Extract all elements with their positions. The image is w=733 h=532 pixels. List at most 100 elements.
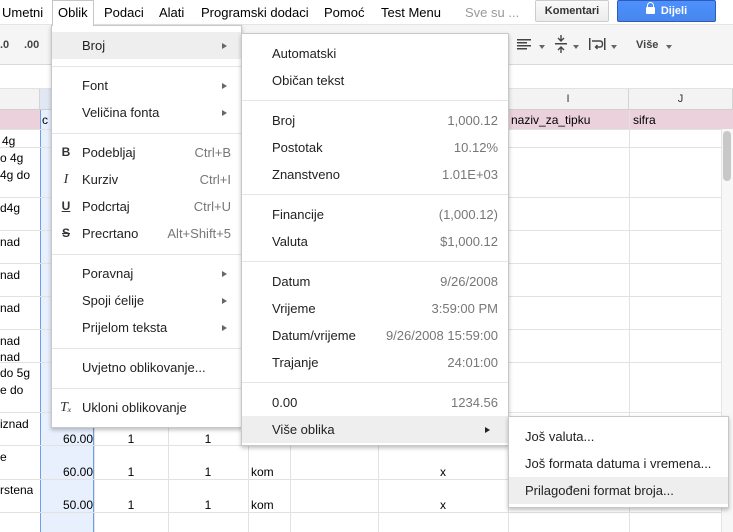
- cell[interactable]: do 5g: [0, 366, 30, 380]
- decrease-decimal-button[interactable]: .0: [0, 39, 9, 51]
- cell[interactable]: x: [378, 498, 508, 512]
- underline-icon: U: [61, 199, 71, 213]
- menu-item-more-currencies[interactable]: Još valuta...: [509, 423, 728, 450]
- cell[interactable]: e do: [0, 383, 23, 397]
- menu-item-datetime[interactable]: Datum/vrijeme 9/26/2008 15:59:00: [242, 322, 508, 349]
- strikethrough-icon: S: [61, 226, 70, 240]
- cell[interactable]: 1: [94, 465, 168, 479]
- menu-pomoc[interactable]: Pomoć: [324, 0, 364, 25]
- cell[interactable]: d4g: [0, 201, 20, 215]
- cell[interactable]: 60.00: [40, 465, 94, 479]
- cell[interactable]: nad: [0, 334, 20, 348]
- header-cell[interactable]: c: [42, 113, 48, 127]
- italic-icon: I: [63, 172, 69, 187]
- chevron-down-icon[interactable]: [573, 45, 579, 49]
- cell[interactable]: kom: [251, 465, 274, 479]
- bold-icon: B: [61, 145, 71, 159]
- cell[interactable]: iznad: [0, 417, 29, 431]
- menu-item-plain-text[interactable]: Običan tekst: [242, 67, 508, 94]
- chevron-down-icon[interactable]: [539, 45, 545, 49]
- menu-item-currency[interactable]: Valuta $1,000.12: [242, 228, 508, 255]
- menu-item-clear-formatting[interactable]: Tₓ Ukloni oblikovanje: [52, 394, 241, 421]
- text-wrap-icon[interactable]: [589, 38, 606, 50]
- menu-item-strikethrough[interactable]: S Precrtano Alt+Shift+5: [52, 220, 241, 247]
- cell[interactable]: kom: [251, 498, 274, 512]
- lock-icon: [645, 2, 655, 14]
- menu-item-more-formats[interactable]: Više oblika: [242, 416, 508, 443]
- menu-item-duration[interactable]: Trajanje 24:01:00: [242, 349, 508, 376]
- menubar: Umetni Oblik Podaci Alati Programski dod…: [0, 0, 733, 26]
- cell[interactable]: e: [0, 450, 7, 464]
- header-cell[interactable]: sifra: [633, 113, 656, 127]
- search-menus[interactable]: Sve su ...: [465, 0, 519, 25]
- menu-item-more-date-formats[interactable]: Još formata datuma i vremena...: [509, 450, 728, 477]
- submenu-arrow-icon: [222, 271, 227, 277]
- header-cell[interactable]: naziv_za_tipku: [511, 113, 590, 127]
- menu-item-number[interactable]: Broj 1,000.12: [242, 107, 508, 134]
- cell[interactable]: o 4g: [0, 151, 23, 165]
- chevron-down-icon[interactable]: [666, 45, 672, 49]
- cell[interactable]: x: [378, 465, 508, 479]
- cell[interactable]: 1: [168, 465, 248, 479]
- menu-item-font[interactable]: Font: [52, 72, 241, 99]
- column-header-i[interactable]: I: [508, 89, 629, 110]
- menu-item-financial[interactable]: Financije (1,000.12): [242, 201, 508, 228]
- column-header[interactable]: [0, 89, 40, 110]
- menu-item-bold[interactable]: B Podebljaj Ctrl+B: [52, 139, 241, 166]
- menu-item-font-size[interactable]: Veličina fonta: [52, 99, 241, 126]
- more-formats-submenu: Još valuta... Još formata datuma i vreme…: [508, 416, 729, 508]
- menu-item-custom-number-format[interactable]: Prilagođeni format broja...: [509, 477, 728, 504]
- menu-test[interactable]: Test Menu: [381, 0, 441, 25]
- menu-item-date[interactable]: Datum 9/26/2008: [242, 268, 508, 295]
- menu-item-align[interactable]: Poravnaj: [52, 260, 241, 287]
- vertical-align-icon[interactable]: [555, 35, 567, 53]
- submenu-arrow-icon: [485, 427, 490, 433]
- cell[interactable]: nad: [0, 301, 20, 315]
- number-format-submenu: Automatski Običan tekst Broj 1,000.12 Pos…: [241, 33, 509, 446]
- menu-item-underline[interactable]: U Podcrtaj Ctrl+U: [52, 193, 241, 220]
- increase-decimal-button[interactable]: .00: [24, 39, 39, 51]
- cell[interactable]: 1: [94, 432, 168, 446]
- menu-item-custom-zero[interactable]: 0.00 1234.56: [242, 389, 508, 416]
- align-left-icon[interactable]: [517, 39, 531, 50]
- cell[interactable]: 60.00: [40, 432, 94, 446]
- cell[interactable]: nad: [0, 350, 20, 364]
- menu-item-italic[interactable]: I Kurziv Ctrl+I: [52, 166, 241, 193]
- cell[interactable]: nad: [0, 235, 20, 249]
- cell[interactable]: 4g: [2, 134, 15, 148]
- menu-item-time[interactable]: Vrijeme 3:59:00 PM: [242, 295, 508, 322]
- submenu-arrow-icon: [222, 43, 227, 49]
- menu-item-percent[interactable]: Postotak 10.12%: [242, 134, 508, 161]
- cell[interactable]: 1: [168, 432, 248, 446]
- menu-item-merge[interactable]: Spoji ćelije: [52, 287, 241, 314]
- more-toolbar-button[interactable]: Više: [636, 39, 658, 51]
- share-label: Dijeli: [660, 5, 688, 17]
- submenu-arrow-icon: [222, 298, 227, 304]
- menu-oblik[interactable]: Oblik: [52, 0, 94, 26]
- menu-item-scientific[interactable]: Znanstveno 1.01E+03: [242, 161, 508, 188]
- submenu-arrow-icon: [222, 325, 227, 331]
- submenu-arrow-icon: [222, 110, 227, 116]
- menu-item-conditional-formatting[interactable]: Uvjetno oblikovanje...: [52, 354, 241, 381]
- scrollbar-thumb[interactable]: [723, 131, 731, 181]
- menu-item-broj[interactable]: Broj: [52, 32, 241, 59]
- menu-item-automatic[interactable]: Automatski: [242, 40, 508, 67]
- cell[interactable]: 4g do: [0, 168, 30, 182]
- menu-podaci[interactable]: Podaci: [104, 0, 144, 25]
- format-menu: Broj Font Veličina fonta B Podebljaj Ctrl+…: [51, 25, 242, 428]
- menu-umetni[interactable]: Umetni: [2, 0, 43, 25]
- cell[interactable]: nad: [0, 268, 20, 282]
- cell[interactable]: 1: [94, 498, 168, 512]
- menu-programski-dodaci[interactable]: Programski dodaci: [201, 0, 309, 25]
- share-button[interactable]: Dijeli: [617, 0, 716, 22]
- menu-alati[interactable]: Alati: [159, 0, 184, 25]
- column-header-j[interactable]: J: [629, 89, 733, 110]
- chevron-down-icon[interactable]: [611, 45, 617, 49]
- cell[interactable]: 50.00: [40, 498, 94, 512]
- clear-format-icon: Tₓ: [60, 400, 72, 415]
- comments-button[interactable]: Komentari: [535, 0, 609, 22]
- menu-item-wrap[interactable]: Prijelom teksta: [52, 314, 241, 341]
- submenu-arrow-icon: [222, 83, 227, 89]
- cell[interactable]: 1: [168, 498, 248, 512]
- cell[interactable]: rstena: [0, 483, 33, 497]
